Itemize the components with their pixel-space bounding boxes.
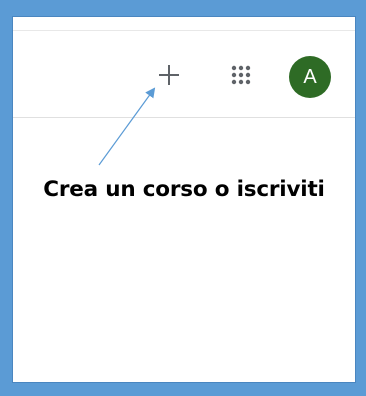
- header-divider: [13, 117, 355, 118]
- screenshot-frame: A Crea un corso o iscriviti: [0, 0, 366, 396]
- avatar-initial: A: [303, 65, 317, 88]
- top-divider: [13, 30, 355, 31]
- annotation-label: Crea un corso o iscriviti: [43, 177, 325, 202]
- arrow-line: [98, 87, 156, 166]
- apps-grid-icon: [231, 65, 251, 85]
- create-or-join-class-button[interactable]: [153, 59, 185, 91]
- google-apps-button[interactable]: [225, 59, 257, 91]
- classroom-header-panel: A Crea un corso o iscriviti: [12, 16, 356, 383]
- plus-icon: [159, 65, 179, 85]
- account-avatar[interactable]: A: [289, 56, 331, 98]
